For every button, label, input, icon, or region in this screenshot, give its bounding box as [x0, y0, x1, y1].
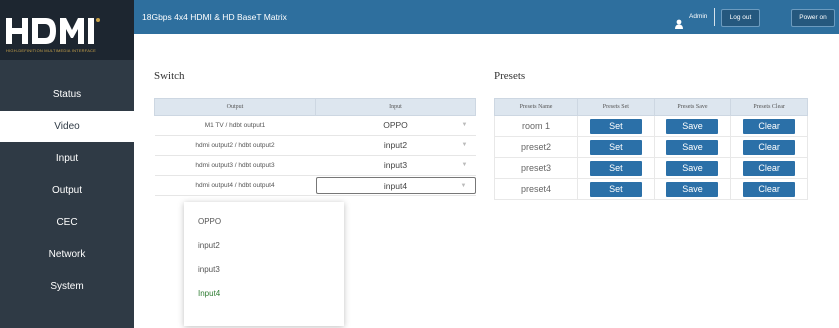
preset-clear-button[interactable]: Clear	[743, 139, 796, 155]
user-name: Admin	[689, 13, 708, 20]
table-row: M1 TV / hdbt output1 OPPO ▼	[154, 115, 476, 136]
preset-set-button[interactable]: Set	[589, 181, 642, 197]
sidebar-item-system[interactable]: System	[0, 271, 134, 302]
preset-name: preset3	[494, 157, 578, 179]
preset-save-button[interactable]: Save	[666, 181, 719, 197]
column-header-presets-clear: Presets Clear	[730, 98, 808, 116]
sidebar-item-status[interactable]: Status	[0, 79, 134, 110]
output-name: hdmi output4 / hdbt output4	[154, 175, 316, 196]
preset-set-button[interactable]: Set	[589, 139, 642, 155]
dropdown-option[interactable]: OPPO	[184, 210, 344, 234]
preset-set-button[interactable]: Set	[589, 118, 642, 134]
preset-clear-button[interactable]: Clear	[743, 118, 796, 134]
header-bar: 18Gbps 4x4 HDMI & HD BaseT Matrix Admin …	[134, 0, 839, 34]
column-header-output: Output	[154, 98, 316, 116]
header-divider	[714, 8, 715, 26]
table-row: hdmi output3 / hdbt output3 input3 ▼	[154, 155, 476, 176]
switch-title: Switch	[154, 70, 185, 82]
page-title: 18Gbps 4x4 HDMI & HD BaseT Matrix	[142, 12, 287, 22]
column-header-presets-name: Presets Name	[494, 98, 578, 116]
hdmi-logo	[6, 18, 100, 44]
dropdown-option[interactable]: input3	[184, 258, 344, 282]
input-select[interactable]: OPPO ▼	[315, 117, 476, 134]
logo: HIGH-DEFINITION MULTIMEDIA INTERFACE	[0, 0, 134, 60]
column-header-input: Input	[315, 98, 476, 116]
power-on-button[interactable]: Power on	[791, 9, 835, 27]
preset-name: preset4	[494, 178, 578, 200]
input-select-value: OPPO	[383, 120, 408, 130]
column-header-presets-set: Presets Set	[577, 98, 655, 116]
preset-clear-button[interactable]: Clear	[743, 181, 796, 197]
table-row: preset3 Set Save Clear	[494, 157, 808, 179]
input-select[interactable]: input2 ▼	[315, 137, 476, 154]
dropdown-option[interactable]: input2	[184, 234, 344, 258]
input-select-open[interactable]: input4 ▼	[315, 177, 476, 194]
table-row: room 1 Set Save Clear	[494, 115, 808, 137]
logout-button[interactable]: Log out	[721, 9, 760, 27]
input-dropdown-menu: OPPO input2 input3 Input4	[184, 202, 344, 326]
table-row: hdmi output4 / hdbt output4 input4 ▼	[154, 175, 476, 196]
input-select-value: input4	[383, 181, 408, 191]
presets-title: Presets	[494, 70, 526, 82]
chevron-down-icon: ▼	[461, 142, 468, 148]
sidebar: HIGH-DEFINITION MULTIMEDIA INTERFACE Sta…	[0, 0, 134, 328]
chevron-down-icon: ▼	[461, 122, 468, 128]
input-select[interactable]: input3 ▼	[315, 157, 476, 174]
table-row: preset4 Set Save Clear	[494, 178, 808, 200]
column-header-presets-save: Presets Save	[653, 98, 732, 116]
user-info: Admin	[675, 0, 707, 34]
chevron-down-icon: ▼	[461, 162, 468, 168]
sidebar-item-network[interactable]: Network	[0, 239, 134, 270]
dropdown-option-selected[interactable]: Input4	[184, 282, 344, 306]
switch-table: Output Input M1 TV / hdbt output1 OPPO ▼ …	[154, 98, 476, 196]
input-select-value: input3	[383, 160, 408, 170]
preset-name: preset2	[494, 136, 578, 158]
preset-name: room 1	[494, 115, 578, 137]
sidebar-item-output[interactable]: Output	[0, 175, 134, 206]
preset-save-button[interactable]: Save	[666, 160, 719, 176]
output-name: M1 TV / hdbt output1	[154, 115, 316, 136]
output-name: hdmi output2 / hdbt output2	[154, 135, 316, 156]
presets-table: Presets Name Presets Set Presets Save Pr…	[494, 98, 808, 200]
input-select-value: input2	[383, 140, 408, 150]
logo-tagline: HIGH-DEFINITION MULTIMEDIA INTERFACE	[6, 48, 97, 53]
table-row: preset2 Set Save Clear	[494, 136, 808, 158]
sidebar-item-cec[interactable]: CEC	[0, 207, 134, 238]
preset-clear-button[interactable]: Clear	[743, 160, 796, 176]
table-row: hdmi output2 / hdbt output2 input2 ▼	[154, 135, 476, 156]
user-icon	[675, 11, 683, 30]
preset-set-button[interactable]: Set	[589, 160, 642, 176]
preset-save-button[interactable]: Save	[666, 118, 719, 134]
sidebar-item-video[interactable]: Video	[0, 111, 134, 142]
output-name: hdmi output3 / hdbt output3	[154, 155, 316, 176]
chevron-down-icon: ▼	[460, 183, 467, 189]
sidebar-item-input[interactable]: Input	[0, 143, 134, 174]
preset-save-button[interactable]: Save	[666, 139, 719, 155]
